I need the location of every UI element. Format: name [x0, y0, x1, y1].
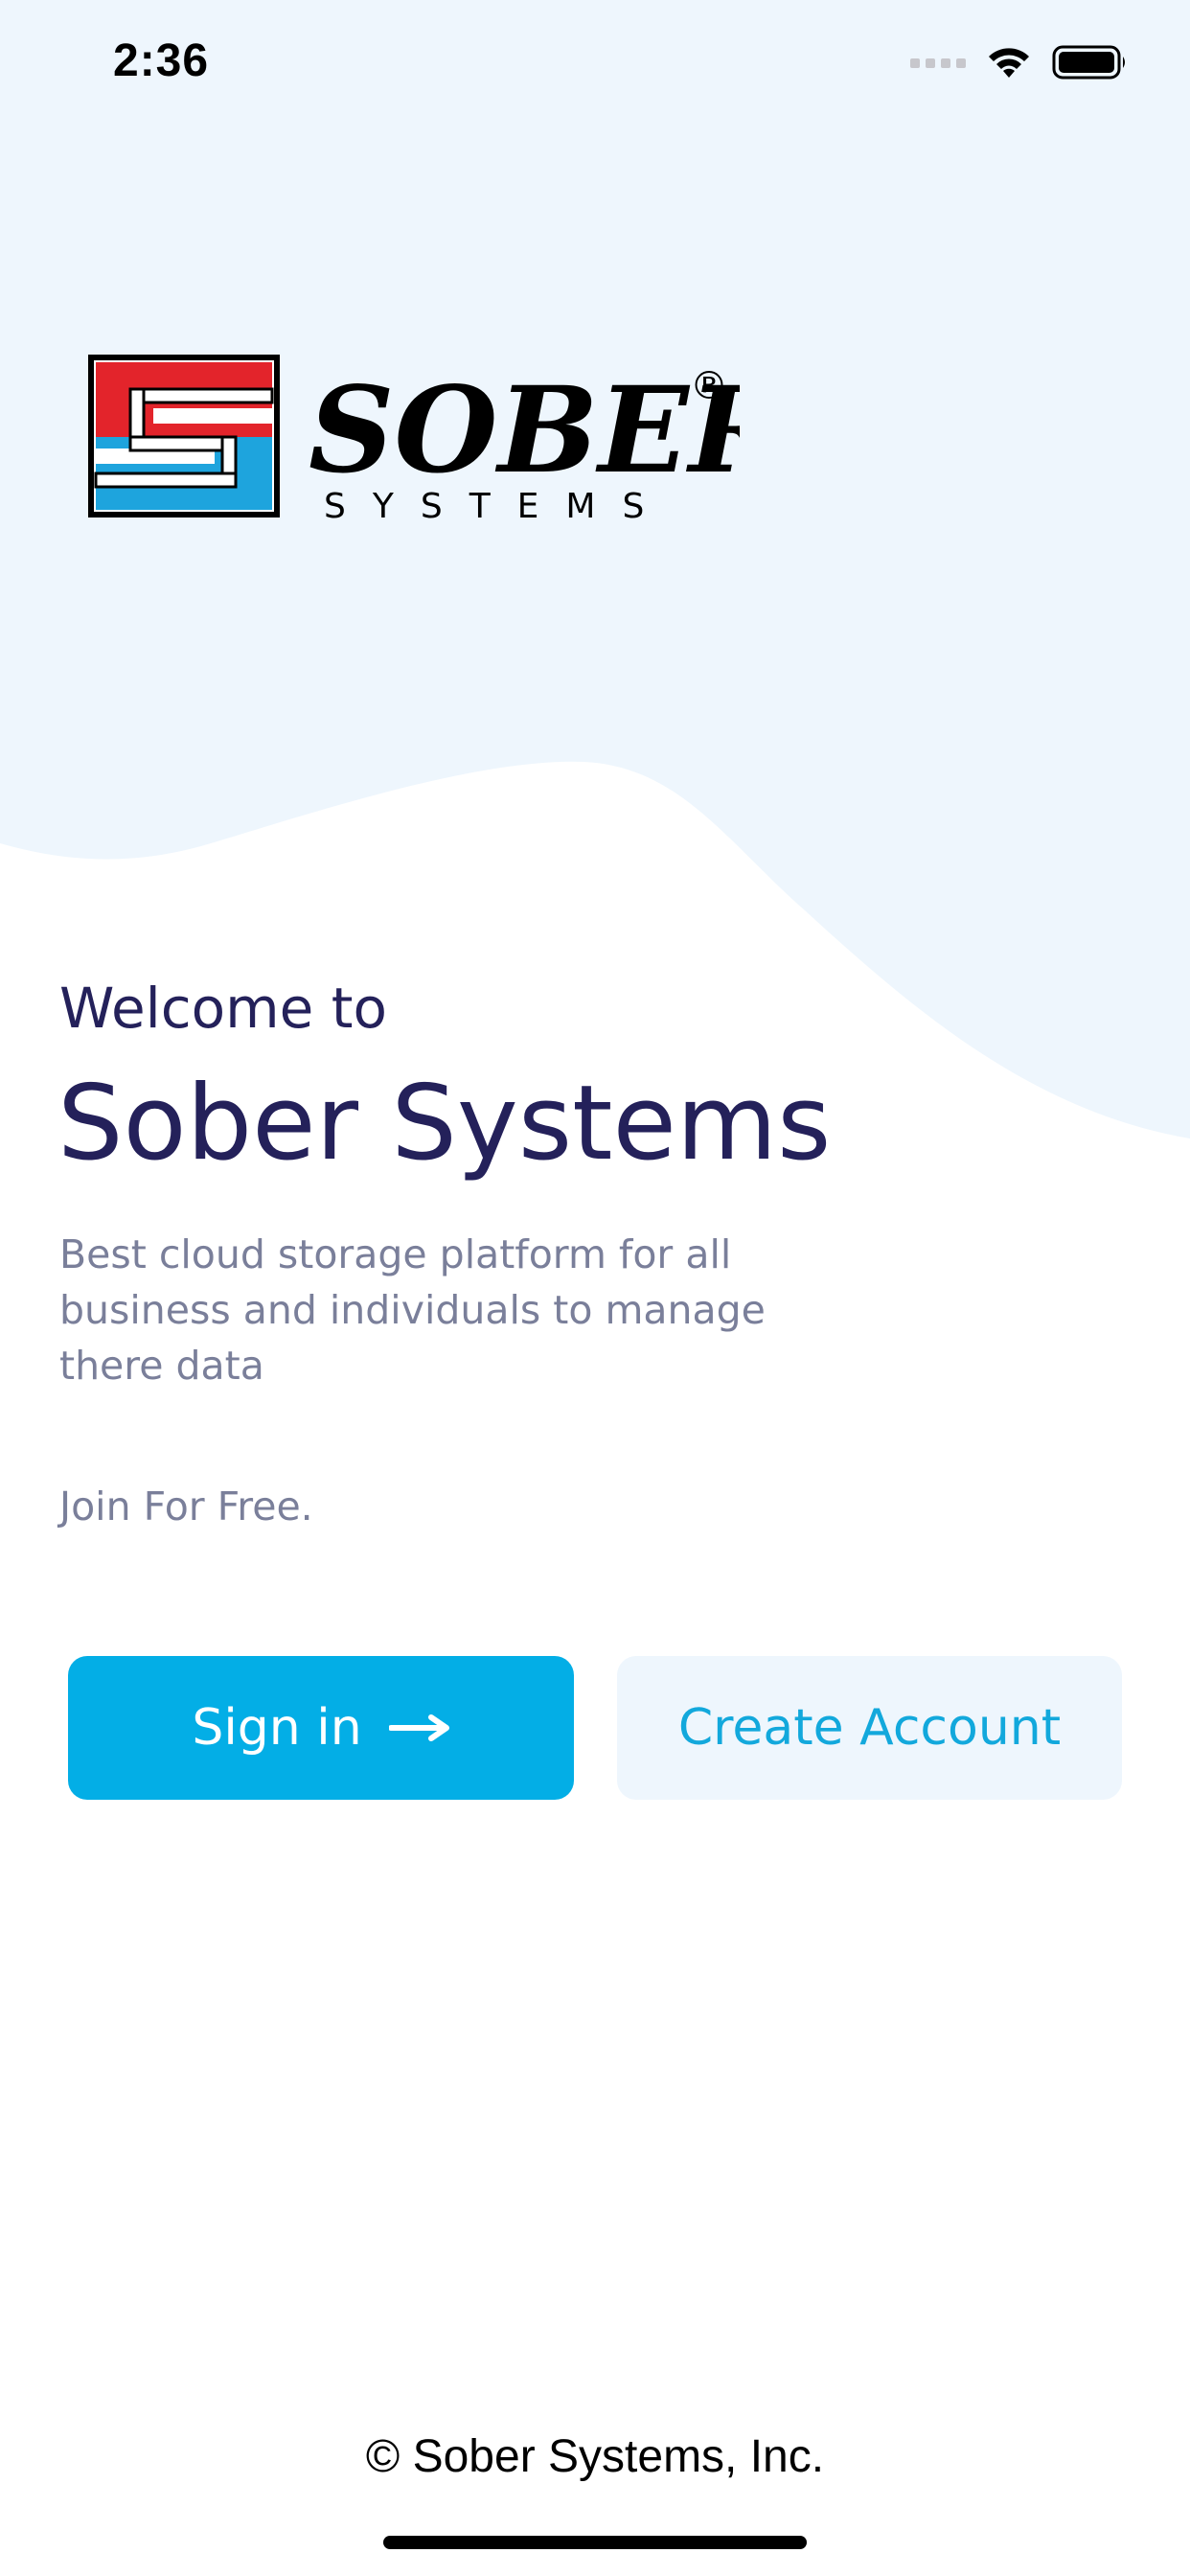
- create-account-label: Create Account: [677, 1699, 1062, 1757]
- create-account-button[interactable]: Create Account: [617, 1656, 1122, 1800]
- sign-in-button[interactable]: Sign in: [68, 1656, 574, 1800]
- logo-wordmark: SOBER: [309, 361, 740, 500]
- description-text: Best cloud storage platform for all busi…: [59, 1231, 766, 1389]
- copyright-footer: © Sober Systems, Inc.: [365, 2431, 825, 2482]
- page-title: Sober Systems: [57, 1064, 832, 1184]
- status-icons: [910, 44, 1129, 80]
- join-text: Join For Free.: [59, 1484, 313, 1530]
- signal-dots-icon: [910, 58, 966, 68]
- status-time: 2:36: [113, 35, 210, 86]
- arrow-right-icon: [388, 1714, 449, 1741]
- home-indicator[interactable]: [383, 2536, 807, 2549]
- wifi-icon: [989, 48, 1029, 78]
- logo-subtitle: SYSTEMS: [324, 487, 671, 523]
- battery-icon: [1052, 45, 1125, 80]
- logo-registered-mark: ®: [690, 364, 728, 408]
- sign-in-label: Sign in: [192, 1699, 362, 1757]
- sober-systems-logo: SOBER ® SYSTEMS: [88, 355, 788, 527]
- logo-graphic: SOBER ® SYSTEMS: [88, 355, 788, 526]
- welcome-subtitle: Welcome to: [59, 976, 387, 1041]
- status-bar: 2:36: [0, 0, 1190, 130]
